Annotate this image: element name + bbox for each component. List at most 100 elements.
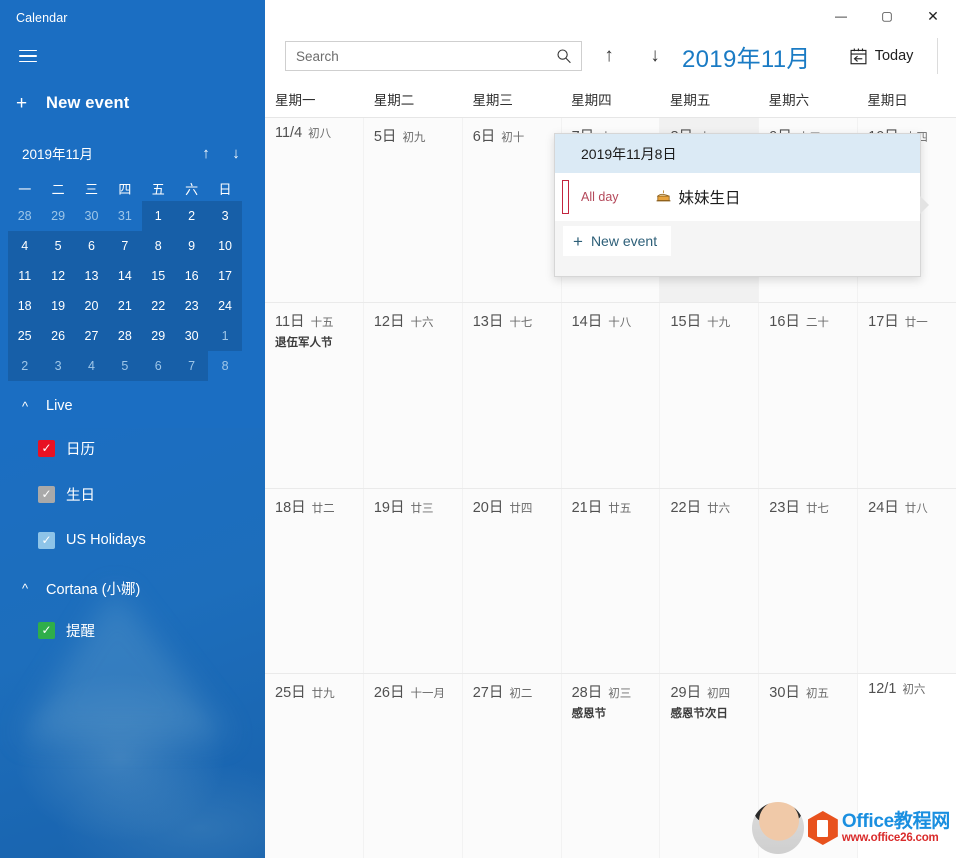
mini-day-cell[interactable]: 23	[175, 291, 208, 321]
mini-day-cell[interactable]: 16	[175, 261, 208, 291]
day-cell[interactable]: 17日 廿一	[858, 303, 956, 488]
next-month-button[interactable]: ↓	[636, 36, 674, 76]
calendar-list-item[interactable]: ✓ 提醒	[0, 607, 265, 653]
mini-next-month-button[interactable]: ↓	[221, 145, 251, 162]
minimize-button[interactable]: —	[818, 0, 864, 32]
calendar-checkbox[interactable]: ✓	[38, 621, 55, 639]
calendar-checkbox[interactable]: ✓	[38, 531, 55, 549]
day-cell[interactable]: 11日 十五 退伍军人节	[265, 303, 364, 488]
mini-day-cell[interactable]: 14	[108, 261, 141, 291]
day-cell[interactable]: 20日 廿四	[462, 488, 562, 673]
holiday-event[interactable]: 感恩节次日	[670, 707, 752, 722]
mini-day-cell[interactable]: 7	[108, 231, 141, 261]
calendar-list-item[interactable]: ✓ 日历	[0, 425, 265, 471]
day-cell[interactable]: 22日 廿六	[660, 488, 760, 673]
day-cell[interactable]: 6日 初十	[462, 118, 562, 303]
mini-day-cell[interactable]: 2	[8, 351, 41, 381]
hamburger-menu-button[interactable]	[6, 37, 50, 75]
day-cell[interactable]: 23日 廿七	[759, 488, 859, 673]
mini-day-cell[interactable]: 10	[208, 231, 241, 261]
mini-day-cell[interactable]: 6	[75, 231, 108, 261]
mini-day-cell[interactable]: 27	[75, 321, 108, 351]
flyout-event-row[interactable]: All day 妹妹生日	[555, 173, 920, 221]
mini-day-cell[interactable]: 1	[142, 201, 175, 231]
mini-day-cell[interactable]: 9	[175, 231, 208, 261]
flyout-new-event-button[interactable]: + New event	[563, 226, 672, 256]
flyout-event-title: 妹妹生日	[678, 190, 741, 207]
mini-day-cell[interactable]: 13	[75, 261, 108, 291]
mini-day-cell[interactable]: 28	[108, 321, 141, 351]
previous-month-button[interactable]: ↑	[590, 36, 628, 76]
calendar-checkbox[interactable]: ✓	[38, 485, 55, 503]
day-cell[interactable]: 5日 初九	[363, 118, 463, 303]
day-cell[interactable]: 24日 廿八	[858, 488, 956, 673]
mini-day-cell[interactable]: 28	[8, 201, 41, 231]
mini-day-cell[interactable]: 30	[175, 321, 208, 351]
holiday-event[interactable]: 感恩节	[572, 707, 654, 722]
today-button[interactable]: Today	[843, 42, 920, 71]
mini-prev-month-button[interactable]: ↑	[191, 145, 221, 162]
mini-day-cell[interactable]: 26	[41, 321, 74, 351]
day-cell[interactable]: 28日 初三 感恩节	[561, 673, 661, 858]
lunar-date: 十七	[509, 317, 533, 330]
day-header: 24日 廿八	[868, 496, 950, 517]
mini-day-cell[interactable]: 31	[108, 201, 141, 231]
mini-day-cell[interactable]: 22	[142, 291, 175, 321]
mini-day-cell[interactable]: 1	[208, 321, 241, 351]
day-cell[interactable]: 19日 廿三	[363, 488, 463, 673]
mini-day-cell[interactable]: 24	[208, 291, 241, 321]
calendar-group-header[interactable]: ^ Live	[0, 387, 265, 425]
mini-day-cell[interactable]: 5	[108, 351, 141, 381]
app-title: Calendar	[16, 11, 68, 25]
day-cell[interactable]: 12/1 初六	[858, 673, 956, 858]
close-button[interactable]: ✕	[910, 0, 956, 32]
mini-day-cell[interactable]: 17	[208, 261, 241, 291]
day-cell[interactable]: 21日 廿五	[561, 488, 661, 673]
mini-day-cell[interactable]: 3	[208, 201, 241, 231]
day-cell[interactable]: 27日 初二	[462, 673, 562, 858]
mini-day-cell[interactable]: 25	[8, 321, 41, 351]
day-cell[interactable]: 25日 廿九	[265, 673, 364, 858]
mini-day-cell[interactable]: 5	[41, 231, 74, 261]
mini-day-cell[interactable]: 8	[208, 351, 241, 381]
search-box[interactable]	[285, 41, 582, 71]
day-cell[interactable]: 11/4 初八	[265, 118, 364, 303]
mini-day-cell[interactable]: 15	[142, 261, 175, 291]
calendar-list-item[interactable]: ✓ US Holidays	[0, 517, 265, 563]
mini-day-cell[interactable]: 4	[75, 351, 108, 381]
mini-day-cell[interactable]: 21	[108, 291, 141, 321]
day-cell[interactable]: 15日 十九	[660, 303, 760, 488]
mini-day-cell[interactable]: 3	[41, 351, 74, 381]
mini-day-cell[interactable]: 2	[175, 201, 208, 231]
mini-day-cell[interactable]: 8	[142, 231, 175, 261]
day-cell[interactable]: 14日 十八	[561, 303, 661, 488]
search-input[interactable]	[286, 42, 581, 70]
new-event-button[interactable]: + New event	[0, 83, 265, 123]
mini-day-cell[interactable]: 29	[142, 321, 175, 351]
lunar-date: 廿九	[311, 687, 335, 700]
mini-day-cell[interactable]: 19	[41, 291, 74, 321]
day-cell[interactable]: 13日 十七	[462, 303, 562, 488]
mini-day-cell[interactable]: 4	[8, 231, 41, 261]
mini-day-cell[interactable]: 30	[75, 201, 108, 231]
mini-day-cell[interactable]: 6	[142, 351, 175, 381]
mini-day-cell[interactable]: 7	[175, 351, 208, 381]
calendar-checkbox[interactable]: ✓	[38, 439, 55, 457]
day-cell[interactable]: 26日 十一月	[363, 673, 463, 858]
mini-day-cell[interactable]: 20	[75, 291, 108, 321]
day-cell[interactable]: 29日 初四 感恩节次日	[660, 673, 760, 858]
day-cell[interactable]: 30日 初五	[759, 673, 859, 858]
maximize-button[interactable]: ▢	[864, 0, 910, 32]
calendar-group-header[interactable]: ^ Cortana (小娜)	[0, 569, 265, 607]
mini-day-cell[interactable]: 29	[41, 201, 74, 231]
day-number: 13日	[472, 314, 504, 331]
mini-day-cell[interactable]: 18	[8, 291, 41, 321]
calendar-list-item[interactable]: ✓ 生日	[0, 471, 265, 517]
current-month-title[interactable]: 2019年11月	[682, 39, 811, 74]
day-cell[interactable]: 12日 十六	[363, 303, 463, 488]
holiday-event[interactable]: 退伍军人节	[275, 336, 357, 351]
day-cell[interactable]: 18日 廿二	[265, 488, 364, 673]
day-cell[interactable]: 16日 二十	[759, 303, 859, 488]
mini-day-cell[interactable]: 12	[41, 261, 74, 291]
mini-day-cell[interactable]: 11	[8, 261, 41, 291]
